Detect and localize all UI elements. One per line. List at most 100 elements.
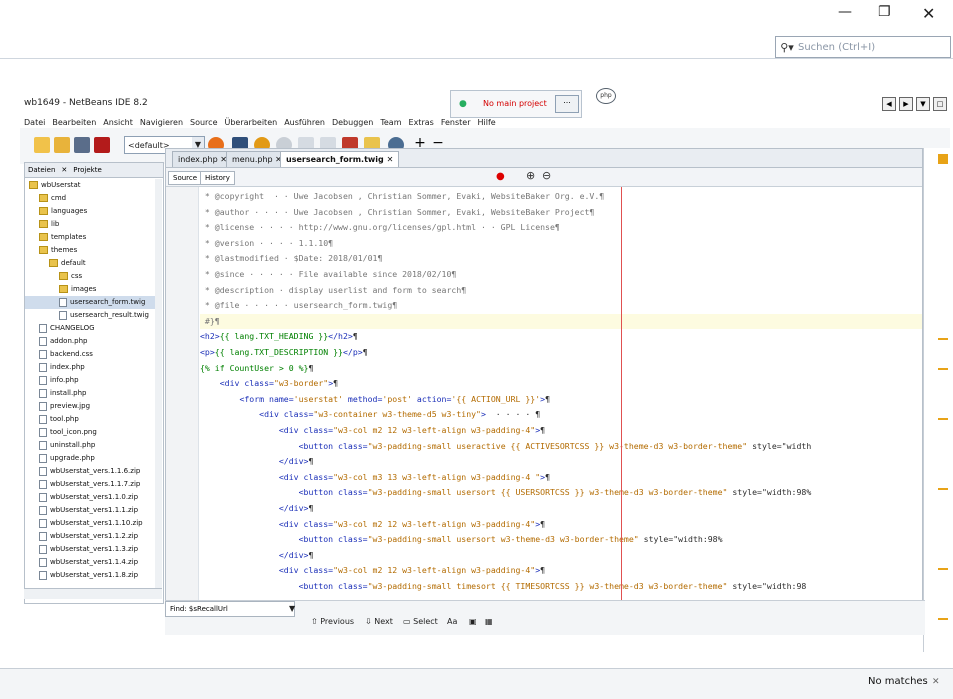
tree-item[interactable]: templates [25,231,155,244]
code-line[interactable]: <button class="w3-padding-small usersort… [200,485,922,500]
tree-item[interactable]: backend.css [25,348,155,361]
code-line[interactable]: * @copyright · · Uwe Jacobsen , Christia… [200,189,922,204]
menu-item-6[interactable]: Ausführen [284,118,325,127]
tab-usersearch-form[interactable]: usersearch_form.twig ✕ [280,151,400,167]
close-button[interactable]: ✕ [922,4,935,23]
stripe-mark[interactable] [938,368,948,370]
tree-scrollbar[interactable] [155,179,162,589]
tree-horizontal-scrollbar[interactable] [24,588,162,599]
code-line[interactable]: <div class="w3-container w3-theme-d5 w3-… [200,407,922,422]
history-button[interactable]: History [200,171,235,185]
code-line[interactable]: * @author · · · · Uwe Jacobsen , Christi… [200,205,922,220]
menu-item-4[interactable]: Source [190,118,217,127]
menu-item-8[interactable]: Team [380,118,401,127]
tab-projekte[interactable]: Projekte [70,166,104,174]
menu-item-7[interactable]: Debuggen [332,118,373,127]
stripe-mark[interactable] [938,618,948,620]
menu-item-2[interactable]: Ansicht [103,118,133,127]
next-window-icon[interactable]: ▶ [899,97,913,111]
tree-item[interactable]: lib [25,218,155,231]
match-case-icon[interactable]: Aa [447,617,457,626]
code-line[interactable]: * @license · · · · http://www.gnu.org/li… [200,220,922,235]
whole-words-icon[interactable]: ▣ [469,617,477,626]
prev-window-icon[interactable]: ◀ [882,97,896,111]
tree-item[interactable]: tool_icon.png [25,426,155,439]
code-line[interactable]: * @description · display userlist and fo… [200,283,922,298]
open-project-icon[interactable] [74,137,90,153]
code-line[interactable]: </div>¶ [200,548,922,563]
minimize-button[interactable]: — [838,4,852,20]
code-line[interactable]: </div>¶ [200,454,922,469]
stripe-mark[interactable] [938,488,948,490]
code-line[interactable]: {% if CountUser > 0 %}¶ [200,361,922,376]
search-box[interactable]: ⚲▾ Suchen (Ctrl+I) [775,36,951,58]
code-line[interactable]: <h2>{{ lang.TXT_HEADING }}</h2>¶ [200,329,922,344]
record-macro-icon[interactable]: ● [496,171,505,182]
find-next-button[interactable]: ⇩ Next [365,617,393,626]
maximize-window-icon[interactable]: □ [933,97,947,111]
tree-item[interactable]: tool.php [25,413,155,426]
tree-item[interactable]: wbUserstat_vers1.1.8.zip [25,569,155,582]
find-input[interactable]: Find: $sRecallUrl [165,601,295,617]
code-area[interactable]: * @copyright · · Uwe Jacobsen , Christia… [200,187,922,601]
tab-dateien[interactable]: Dateien [25,166,58,174]
code-line[interactable]: * @file · · · · · usersearch_form.twig¶ [200,298,922,313]
tree-item[interactable]: CHANGELOG [25,322,155,335]
zoom-in-icon[interactable]: ⊕ [526,169,535,182]
close-icon[interactable]: ✕ [58,166,70,174]
stripe-mark[interactable] [938,338,948,340]
tree-item[interactable]: preview.jpg [25,400,155,413]
new-project-icon[interactable] [34,137,50,153]
tree-item[interactable]: upgrade.php [25,452,155,465]
tree-item[interactable]: cmd [25,192,155,205]
menu-item-3[interactable]: Navigieren [140,118,183,127]
tree-item[interactable]: wbUserstat_vers1.1.1.zip [25,504,155,517]
tree-item[interactable]: wbUserstat_vers1.1.2.zip [25,530,155,543]
maximize-button[interactable]: ❐ [878,4,891,20]
code-line[interactable]: * @version · · · · 1.1.10¶ [200,236,922,251]
menu-item-0[interactable]: Datei [24,118,45,127]
tree-item[interactable]: info.php [25,374,155,387]
menu-item-1[interactable]: Bearbeiten [52,118,96,127]
tree-item[interactable]: languages [25,205,155,218]
stripe-mark[interactable] [938,418,948,420]
close-icon[interactable]: ✕ [932,677,940,687]
code-line[interactable]: <div class="w3-col m2 12 w3-left-align w… [200,563,922,578]
tree-item[interactable]: addon.php [25,335,155,348]
tab-index-php[interactable]: index.php ✕ [172,151,233,167]
menu-item-10[interactable]: Fenster [441,118,471,127]
chevron-down-icon[interactable]: ▼ [289,604,295,613]
tree-item[interactable]: wbUserstat_vers.1.1.6.zip [25,465,155,478]
code-line[interactable]: <p>{{ lang.TXT_DESCRIPTION }}</p>¶ [200,345,922,360]
tree-item[interactable]: wbUserstat_vers1.1.10.zip [25,517,155,530]
tree-item[interactable]: install.php [25,387,155,400]
tree-item[interactable]: uninstall.php [25,439,155,452]
code-line[interactable]: <button class="w3-padding-small usersort… [200,532,922,547]
project-browse-button[interactable]: ... [555,95,579,113]
code-line[interactable]: <div class="w3-col m3 13 w3-left-align w… [200,470,922,485]
stripe-mark[interactable] [938,154,948,164]
code-line[interactable]: <button class="w3-padding-small useracti… [200,439,922,454]
code-line[interactable]: * @since · · · · · File available since … [200,267,922,282]
find-select-button[interactable]: ▭ Select [403,617,438,626]
php-icon[interactable]: php [596,88,616,104]
tree-item[interactable]: index.php [25,361,155,374]
code-line[interactable]: * @lastmodified · $Date: 2018/01/01¶ [200,251,922,266]
code-line[interactable]: <div class="w3-col m2 12 w3-left-align w… [200,517,922,532]
tree-item[interactable]: usersearch_form.twig [25,296,155,309]
code-line[interactable]: #}¶ [200,313,922,329]
tree-item[interactable]: wbUserstat_vers1.1.4.zip [25,556,155,569]
find-previous-button[interactable]: ⇧ Previous [311,617,354,626]
new-file-icon[interactable] [54,137,70,153]
stripe-mark[interactable] [938,568,948,570]
tree-item[interactable]: usersearch_result.twig [25,309,155,322]
regex-icon[interactable]: ▦ [485,617,493,626]
code-line[interactable]: <form name='userstat' method='post' acti… [200,392,922,407]
code-line[interactable]: <button class="w3-padding-small timesort… [200,579,922,594]
tree-item[interactable]: wbUserstat [25,179,155,192]
tree-item[interactable]: themes [25,244,155,257]
tree-item[interactable]: css [25,270,155,283]
tree-item[interactable]: images [25,283,155,296]
window-list-icon[interactable]: ▼ [916,97,930,111]
tree-item[interactable]: wbUserstat_vers1.1.0.zip [25,491,155,504]
